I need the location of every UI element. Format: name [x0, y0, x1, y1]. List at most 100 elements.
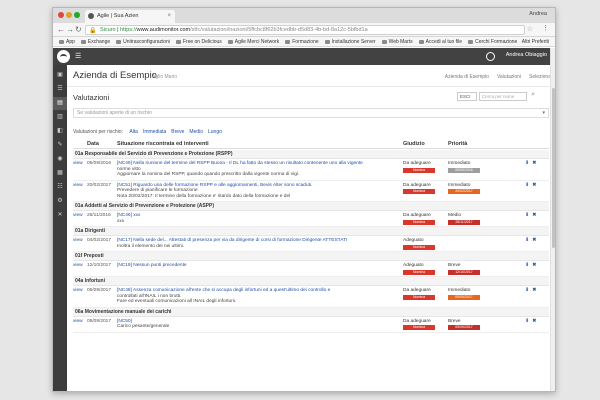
bookmark-item[interactable]: Web Marts [381, 37, 413, 46]
delete-icon[interactable]: ✖ [532, 212, 536, 218]
bookmark-item[interactable]: Formazione [285, 37, 319, 46]
table-row: view 12/10/2017 [NC19] Nessun punti preced… [73, 261, 549, 277]
search-select[interactable]: ESCI [457, 92, 477, 101]
row-view-link[interactable]: view [73, 288, 83, 294]
forward-arrow-icon[interactable]: → [66, 25, 74, 34]
download-icon[interactable]: ⬇ [525, 160, 529, 166]
bookmark-item[interactable]: Cerchi Formazione [468, 37, 517, 46]
browser-menu-icon[interactable]: ⋮ [542, 24, 549, 32]
bookmark-item[interactable]: Agile Merci Network [227, 37, 279, 46]
app-logo-icon[interactable] [57, 50, 70, 63]
row-view-link[interactable]: view [73, 319, 83, 325]
priority-filter-option[interactable]: Lungo [208, 129, 222, 135]
delete-icon[interactable]: ✖ [532, 318, 536, 324]
row-date: 04/02/2017 [87, 238, 112, 243]
sidebar-item-icon[interactable]: ▥ [53, 111, 67, 124]
hamburger-menu-icon[interactable]: ☰ [75, 53, 81, 60]
download-icon[interactable]: ⬇ [525, 318, 529, 324]
sidebar-item-icon[interactable]: ▤ [53, 97, 67, 110]
row-judgment: Da adeguare Nomina [403, 161, 443, 173]
delete-icon[interactable]: ✖ [532, 262, 536, 268]
delete-icon[interactable]: ✖ [532, 237, 536, 243]
row-view-link[interactable]: view [73, 263, 83, 269]
browser-profile[interactable]: Andrea [529, 11, 547, 17]
priority-filter-option[interactable]: Alta [129, 129, 138, 135]
close-window-icon[interactable] [58, 12, 64, 18]
judgment-label: Da adeguare [403, 182, 431, 188]
row-description-link[interactable]: [NC49] Nella riunione del termine del RS… [117, 161, 397, 167]
bookmark-label: Exchange [87, 39, 111, 45]
group-row: 06a Movimentazione manuale dei carichi [73, 307, 549, 317]
column-header-priority[interactable]: Priorità [448, 141, 467, 147]
column-header-date[interactable]: Data [87, 141, 99, 147]
folder-icon [324, 39, 330, 44]
judgment-label: Da adeguare [403, 318, 431, 324]
bookmark-item[interactable]: Free on Delicious [175, 37, 222, 46]
sidebar-item-icon[interactable]: ✕ [53, 209, 67, 222]
url-secure-label: Sicuro [100, 27, 116, 33]
delete-icon[interactable]: ✖ [532, 160, 536, 166]
browser-tab[interactable]: Agile | Sua Azien × [85, 10, 175, 23]
priority-filter-option[interactable]: Immediata [143, 129, 166, 135]
bookmark-item[interactable]: Installazione Server [324, 37, 376, 46]
company-links: Azienda di Esempio Valutazioni Seleziona [437, 74, 551, 80]
row-view-link[interactable]: view [73, 213, 83, 219]
row-priority: Immediato 20/02/2017 [448, 183, 488, 194]
download-icon[interactable]: ⬇ [525, 237, 529, 243]
row-date: 12/10/2017 [87, 263, 112, 268]
judgment-label: Da adeguare [403, 161, 431, 166]
minimize-window-icon[interactable] [66, 12, 72, 18]
bookmark-item[interactable]: Unitrasconfigurazioni [116, 37, 170, 46]
chevron-down-icon: ▾ [542, 110, 545, 116]
filter-select[interactable]: Se valutazioni aperte di un rischio ▾ [73, 108, 549, 118]
company-link[interactable]: Valutazioni [497, 74, 521, 80]
sidebar-item-icon[interactable]: ☰ [53, 83, 67, 96]
close-tab-icon[interactable]: × [167, 10, 171, 23]
column-header-situation[interactable]: Situazione riscontrata ed interventi [117, 141, 209, 147]
row-view-link[interactable]: view [73, 183, 83, 189]
url-input[interactable]: 🔒 Sicuro | https://www.audimonitor.com/s… [85, 25, 525, 35]
folder-icon [285, 39, 291, 44]
priority-label: Breve [448, 263, 461, 268]
folder-icon [227, 39, 233, 44]
sidebar-item-icon[interactable]: ☷ [53, 181, 67, 194]
user-name[interactable]: Andrea Obiaggio [506, 52, 547, 58]
row-view-link[interactable]: view [73, 238, 83, 244]
bookmark-label: Installazione Server [331, 39, 376, 45]
sidebar-item-icon[interactable]: ✎ [53, 139, 67, 152]
sidebar-item-icon[interactable]: ▦ [53, 167, 67, 180]
download-icon[interactable]: ⬇ [525, 262, 529, 268]
download-icon[interactable]: ⬇ [525, 182, 529, 188]
bookmarks-bar: App Exchange Unitrasconfigurazioni Free on … [53, 37, 555, 47]
delete-icon[interactable]: ✖ [532, 287, 536, 293]
back-arrow-icon[interactable]: ← [57, 25, 65, 34]
download-icon[interactable]: ⬇ [525, 287, 529, 293]
sidebar-item-icon[interactable]: ▣ [53, 69, 67, 82]
bookmark-star-icon[interactable]: ☆ [527, 25, 533, 33]
sidebar-item-icon[interactable]: ◧ [53, 125, 67, 138]
search-icon[interactable]: ⌕ [531, 91, 535, 99]
user-avatar-icon[interactable] [486, 52, 495, 61]
bookmark-other[interactable]: Altri Preferiti [522, 37, 549, 46]
bookmark-item[interactable]: App [59, 37, 75, 46]
reload-icon[interactable]: ↻ [75, 25, 82, 34]
sidebar-item-icon[interactable]: ◉ [53, 153, 67, 166]
column-header-judgment[interactable]: Giudizio [403, 141, 425, 147]
maximize-window-icon[interactable] [74, 12, 80, 18]
scrollbar-thumb[interactable] [552, 88, 555, 248]
bookmark-item[interactable]: Accedi al tuo file [418, 37, 462, 46]
priority-filter-option[interactable]: Medio [189, 129, 203, 135]
sidebar-item-icon[interactable]: ⚙ [53, 195, 67, 208]
vertical-scrollbar[interactable] [550, 48, 555, 391]
download-icon[interactable]: ⬇ [525, 212, 529, 218]
delete-icon[interactable]: ✖ [532, 182, 536, 188]
row-description-link[interactable]: [NC19] Nessun punti precedente [117, 263, 397, 269]
row-priority: Breve 12/10/2017 [448, 263, 488, 275]
search-input[interactable]: Cerca per nome [479, 92, 527, 101]
priority-filter-option[interactable]: Breve [171, 129, 184, 135]
company-link[interactable]: Azienda di Esempio [445, 74, 489, 80]
company-link[interactable]: Seleziona [529, 74, 551, 80]
row-view-link[interactable]: view [73, 161, 83, 167]
bookmark-item[interactable]: Exchange [80, 37, 111, 46]
row-actions: ⬇ ✖ [525, 237, 545, 244]
